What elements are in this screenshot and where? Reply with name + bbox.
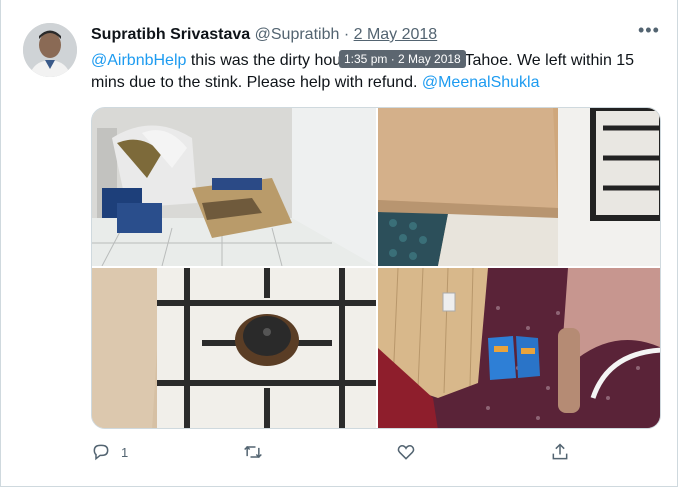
tweet-date-link[interactable]: 2 May 2018 [354, 26, 438, 43]
reply-count: 1 [121, 444, 129, 460]
retweet-icon [244, 445, 262, 459]
photo-stove-burner-image [92, 268, 376, 428]
photo-countertop-stove[interactable] [378, 108, 660, 266]
photo-shoes-carpet[interactable] [378, 268, 660, 428]
photo-trash-corner-image [92, 108, 376, 266]
photo-trash-corner[interactable] [92, 108, 376, 266]
author-name[interactable]: Supratibh Srivastava [91, 26, 250, 43]
reply-icon [93, 444, 109, 461]
share-icon [552, 443, 568, 460]
tweet-actions: 1 [0, 442, 680, 466]
photo-countertop-stove-image [378, 108, 660, 266]
reply-button[interactable]: 1 [91, 442, 128, 462]
header-separator: · [343, 26, 350, 43]
share-button[interactable] [550, 442, 570, 462]
tweet-header: Supratibh Srivastava @Supratibh · 2 May … [91, 26, 437, 44]
heart-icon [397, 445, 415, 460]
mention-meenalshukla[interactable]: @MeenalShukla [422, 74, 540, 91]
like-button[interactable] [396, 442, 426, 462]
photo-shoes-carpet-image [378, 268, 660, 428]
avatar-photo [23, 23, 77, 77]
timestamp-tooltip: 1:35 pm · 2 May 2018 [339, 50, 466, 68]
mention-airbnbhelp[interactable]: @AirbnbHelp [91, 52, 186, 69]
author-avatar[interactable] [23, 23, 77, 77]
author-handle[interactable]: @Supratibh [255, 26, 340, 43]
photo-stove-burner[interactable] [92, 268, 376, 428]
retweet-button[interactable] [243, 442, 273, 462]
media-grid [91, 107, 661, 429]
more-options-icon[interactable]: ••• [638, 20, 660, 41]
